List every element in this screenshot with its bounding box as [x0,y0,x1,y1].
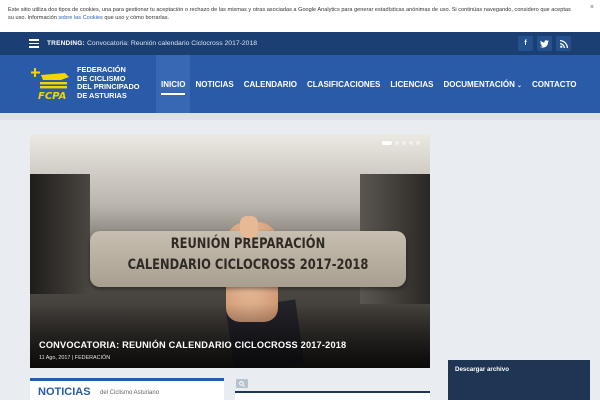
twitter-icon[interactable] [537,36,552,51]
slider-dot[interactable] [382,141,392,145]
logo-text: FCPA [38,91,66,102]
hero-category[interactable]: FEDERACIÓN [75,355,110,361]
facebook-icon[interactable]: f [518,36,533,51]
hero-card-text: REUNIÓN PREPARACIÓN CALENDARIO CICLOCROS… [127,236,369,273]
main-nav: INICIO NOTICIAS CALENDARIO CLASIFICACION… [156,55,582,113]
brand-line: DE ASTURIAS [77,91,127,101]
brand-name[interactable]: FEDERACIÓN DE CICLISMO DEL PRINCIPADO DE… [77,65,140,101]
trending-label: TRENDING: [47,40,85,47]
cookie-close-button[interactable]: × [590,4,594,12]
hero-meta: 11 Ago, 2017 | FEDERACIÓN [39,355,111,361]
rss-icon[interactable] [556,36,571,51]
download-archive-title: Descargar archivo [455,366,509,373]
hamburger-menu-icon[interactable] [29,39,39,48]
nav-item-inicio[interactable]: INICIO [156,55,191,113]
noticias-subtitle: del Ciclismo Asturiano [100,390,160,396]
fcpa-logo[interactable]: FCPA [31,65,71,103]
trending-link[interactable]: Convocatoria: Reunión calendario Ciclocr… [87,40,257,47]
nav-item-calendario[interactable]: CALENDARIO [239,55,302,113]
site-header: FCPA FEDERACIÓN DE CICLISMO DEL PRINCIPA… [0,55,600,113]
nav-item-clasificaciones[interactable]: CLASIFICACIONES [302,55,385,113]
hero-slider[interactable]: REUNIÓN PREPARACIÓN CALENDARIO CICLOCROS… [30,134,430,368]
noticias-title: NOTICIAS [38,386,91,398]
cookie-info-link[interactable]: sobre las Cookies [58,15,102,21]
slider-dot[interactable] [416,141,420,145]
secondary-widget [235,391,430,400]
slider-dot[interactable] [395,141,399,145]
nav-item-noticias[interactable]: NOTICIAS [190,55,238,113]
nav-item-documentacion[interactable]: DOCUMENTACIÓN ⌄ [439,55,527,113]
nav-item-label: DOCUMENTACIÓN [443,80,515,89]
hero-title[interactable]: CONVOCATORIA: REUNIÓN CALENDARIO CICLOCR… [39,340,346,350]
slider-dots [382,141,420,145]
cookie-text-end: que uso y cómo borrarlas. [102,15,170,21]
nav-item-contacto[interactable]: CONTACTO [527,55,582,113]
search-icon[interactable] [236,379,248,388]
top-bar: TRENDING: Convocatoria: Reunión calendar… [0,32,600,55]
cookie-bar: Este sitio utiliza dos tipos de cookies,… [0,0,600,32]
nav-item-licencias[interactable]: LICENCIAS [385,55,438,113]
slider-dot[interactable] [409,141,413,145]
chevron-down-icon: ⌄ [516,83,522,89]
header-strip [0,113,600,120]
slider-dot[interactable] [402,141,406,145]
hero-date: 11 Ago, 2017 [39,355,71,361]
